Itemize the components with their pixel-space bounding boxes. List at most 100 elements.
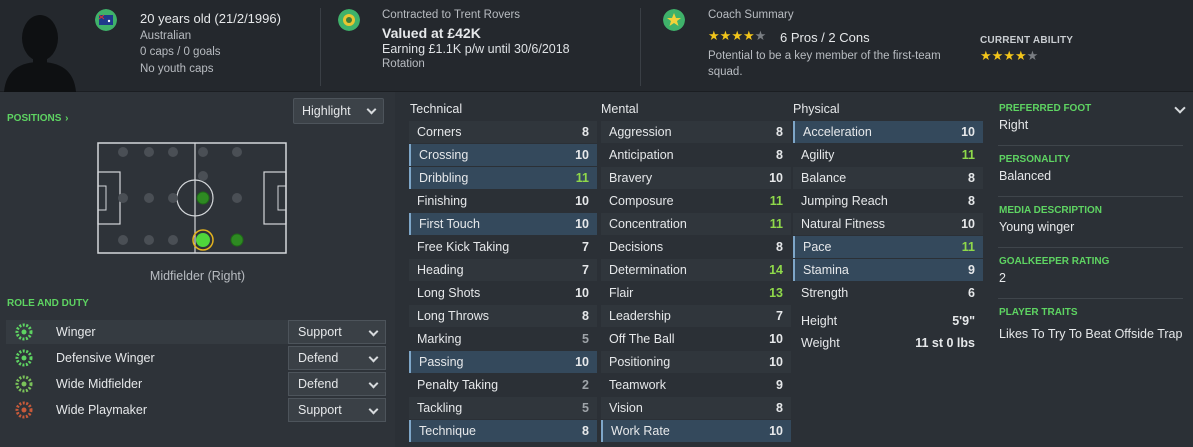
attribute-row[interactable]: Strength 6 [793, 282, 983, 304]
attribute-row[interactable]: Off The Ball 10 [601, 328, 791, 350]
attribute-name: Aggression [609, 125, 672, 139]
attribute-name: Natural Fitness [801, 217, 886, 231]
chevron-down-icon [366, 104, 377, 115]
physical-header: Physical [793, 102, 840, 116]
attribute-name: Anticipation [609, 148, 674, 162]
chevron-down-icon[interactable] [1174, 102, 1186, 114]
attribute-value: 11 [961, 148, 975, 162]
header-divider [320, 8, 321, 86]
attribute-value: 13 [769, 286, 783, 300]
attribute-row[interactable]: Work Rate 10 [601, 420, 791, 442]
attribute-row[interactable]: Bravery 10 [601, 167, 791, 189]
attribute-row[interactable]: Dribbling 11 [409, 167, 597, 189]
sidebar-divider [998, 247, 1183, 248]
chevron-right-icon: › [65, 113, 69, 124]
attribute-row[interactable]: Concentration 11 [601, 213, 791, 235]
squad-status: Rotation [382, 58, 425, 70]
duty-value: Support [298, 325, 342, 339]
attribute-row[interactable]: Leadership 7 [601, 305, 791, 327]
header-divider [640, 8, 641, 86]
role-row[interactable]: Winger Support [6, 320, 386, 344]
role-row[interactable]: Defensive Winger Defend [6, 346, 386, 370]
attribute-row[interactable]: Technique 8 [409, 420, 597, 442]
role-duty-label: ROLE AND DUTY [7, 298, 89, 309]
positions-label: POSITIONS [7, 113, 62, 124]
attribute-row[interactable]: Determination 14 [601, 259, 791, 281]
attribute-value: 10 [575, 355, 589, 369]
media-label: MEDIA DESCRIPTION [999, 205, 1102, 216]
attribute-name: Composure [609, 194, 674, 208]
highlight-dropdown[interactable]: Highlight [293, 98, 384, 124]
australia-flag-icon [95, 9, 117, 31]
media-section: MEDIA DESCRIPTION Young winger [999, 205, 1102, 234]
attribute-value: 9 [776, 378, 783, 392]
attribute-name: Off The Ball [609, 332, 675, 346]
positions-header[interactable]: POSITIONS › [7, 109, 68, 124]
attribute-value: 8 [582, 309, 589, 323]
duty-dropdown[interactable]: Support [288, 398, 386, 422]
attribute-row[interactable]: Composure 11 [601, 190, 791, 212]
attribute-row[interactable]: Tackling 5 [409, 397, 597, 419]
role-row[interactable]: Wide Playmaker Support [6, 398, 386, 422]
attribute-row[interactable]: Positioning 10 [601, 351, 791, 373]
player-header: 20 years old (21/2/1996) Australian 0 ca… [0, 0, 1193, 92]
attribute-row[interactable]: Anticipation 8 [601, 144, 791, 166]
coach-summary-label: Coach Summary [708, 9, 794, 21]
personality-label: PERSONALITY [999, 154, 1071, 165]
attribute-row[interactable]: Stamina 9 [793, 259, 983, 281]
chevron-down-icon [368, 326, 379, 337]
attribute-name: Pace [803, 240, 832, 254]
attribute-row[interactable]: Vision 8 [601, 397, 791, 419]
coach-stars: ★★★★★ [708, 28, 767, 43]
attribute-value: 5 [582, 401, 589, 415]
attribute-row[interactable]: Heading 7 [409, 259, 597, 281]
contract-label[interactable]: Contracted to Trent Rovers [382, 9, 520, 21]
attribute-row[interactable]: Teamwork 9 [601, 374, 791, 396]
chevron-down-icon [368, 404, 379, 415]
attribute-row[interactable]: Natural Fitness 10 [793, 213, 983, 235]
role-ring-icon [15, 349, 33, 367]
attribute-row[interactable]: Finishing 10 [409, 190, 597, 212]
attribute-row[interactable]: Balance 8 [793, 167, 983, 189]
duty-dropdown[interactable]: Defend [288, 346, 386, 370]
attribute-value: 10 [575, 148, 589, 162]
attribute-row[interactable]: Aggression 8 [601, 121, 791, 143]
duty-dropdown[interactable]: Defend [288, 372, 386, 396]
attribute-value: 10 [575, 217, 589, 231]
role-name: Wide Playmaker [56, 403, 147, 417]
attribute-row[interactable]: Free Kick Taking 7 [409, 236, 597, 258]
attribute-row[interactable]: Pace 11 [793, 236, 983, 258]
positions-panel: POSITIONS › Highlight Midfielder (Right)… [0, 92, 395, 447]
attribute-row[interactable]: Corners 8 [409, 121, 597, 143]
attribute-row[interactable]: Acceleration 10 [793, 121, 983, 143]
role-row[interactable]: Wide Midfielder Defend [6, 372, 386, 396]
attribute-row[interactable]: Decisions 8 [601, 236, 791, 258]
pros-cons[interactable]: 6 Pros / 2 Cons [780, 30, 870, 45]
current-ability-stars: ★★★★★ [980, 48, 1039, 63]
attribute-row[interactable]: Agility 11 [793, 144, 983, 166]
traits-section: PLAYER TRAITS Likes To Try To Beat Offsi… [999, 307, 1182, 341]
attribute-row[interactable]: Long Throws 8 [409, 305, 597, 327]
attribute-row[interactable]: First Touch 10 [409, 213, 597, 235]
attribute-row[interactable]: Crossing 10 [409, 144, 597, 166]
attribute-name: Leadership [609, 309, 671, 323]
attribute-value: 8 [582, 424, 589, 438]
attribute-row[interactable]: Passing 10 [409, 351, 597, 373]
attribute-value: 10 [769, 171, 783, 185]
mental-header: Mental [601, 102, 639, 116]
attribute-row[interactable]: Penalty Taking 2 [409, 374, 597, 396]
trait-item[interactable]: Likes To Try To Beat Offside Trap [999, 327, 1182, 341]
star-badge-icon [663, 9, 685, 31]
preferred-foot-value: Right [999, 118, 1029, 132]
attribute-name: Stamina [803, 263, 849, 277]
attribute-row[interactable]: Long Shots 10 [409, 282, 597, 304]
attribute-row[interactable]: Marking 5 [409, 328, 597, 350]
attribute-row[interactable]: Flair 13 [601, 282, 791, 304]
preferred-foot-section: PREFERRED FOOT Right [999, 103, 1091, 132]
attribute-name: Finishing [417, 194, 468, 208]
attribute-value: 9 [968, 263, 975, 277]
attribute-name: Technique [419, 424, 476, 438]
attribute-row[interactable]: Jumping Reach 8 [793, 190, 983, 212]
duty-dropdown[interactable]: Support [288, 320, 386, 344]
sidebar-divider [998, 145, 1183, 146]
